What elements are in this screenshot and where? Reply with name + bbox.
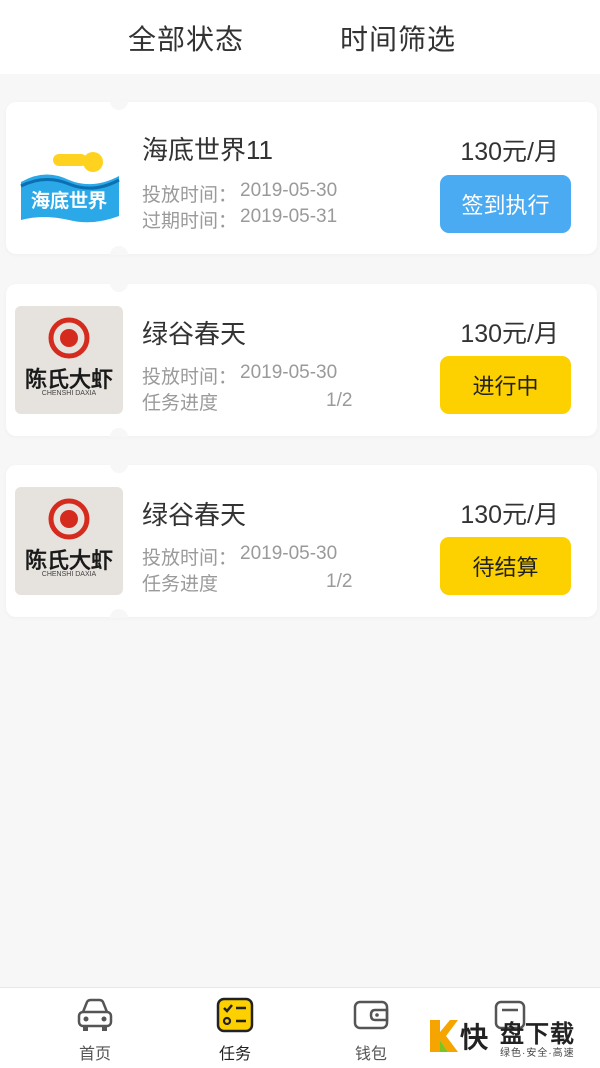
- expire-date: 2019-05-31: [240, 206, 338, 227]
- ocean-world-logo: 海底世界: [15, 124, 123, 232]
- time-filter[interactable]: 时间筛选: [340, 18, 456, 58]
- tab-tasks[interactable]: 任务: [195, 988, 275, 1068]
- task-name: 海底世界11: [142, 135, 273, 165]
- meta-label: 投放时间：: [142, 548, 238, 569]
- task-name: 绿谷春天: [142, 500, 247, 530]
- pending-settlement-button[interactable]: 待结算: [440, 537, 571, 595]
- progress-label: 任务进度: [142, 393, 219, 414]
- progress-value: 1/2: [326, 390, 353, 411]
- publish-date: 2019-05-30: [240, 180, 338, 201]
- tab-home[interactable]: 首页: [55, 988, 135, 1068]
- price: 130元/月: [460, 501, 559, 529]
- tab-label: 任务: [218, 1046, 251, 1063]
- task-card[interactable]: 陈氏大虾 CHENSHI DAXIA 绿谷春天 投放时间： 2019-05-30…: [6, 283, 597, 437]
- watermark: 快 盘下载 绿色·安全·高速: [426, 1014, 596, 1060]
- brand-logo-icon: [430, 1020, 458, 1052]
- wallet-icon: [353, 1000, 389, 1030]
- price: 130元/月: [460, 320, 559, 348]
- watermark-slogan: 绿色·安全·高速: [500, 1048, 575, 1059]
- filter-bar: 全部状态 时间筛选: [0, 0, 600, 74]
- progress-label: 任务进度: [142, 574, 219, 595]
- tab-wallet[interactable]: 钱包: [331, 988, 411, 1068]
- tab-label: 钱包: [354, 1046, 387, 1063]
- car-icon: [77, 998, 113, 1031]
- progress-value: 1/2: [326, 571, 353, 592]
- shrimp-logo: 陈氏大虾 CHENSHI DAXIA: [15, 487, 123, 595]
- publish-date: 2019-05-30: [240, 362, 338, 383]
- meta-label: 投放时间：: [142, 185, 238, 206]
- tab-label: 首页: [78, 1046, 111, 1063]
- task-card[interactable]: 陈氏大虾 CHENSHI DAXIA 绿谷春天 投放时间： 2019-05-30…: [6, 464, 597, 618]
- task-list-icon: [216, 997, 254, 1033]
- meta-label: 投放时间：: [142, 367, 238, 388]
- publish-date: 2019-05-30: [240, 543, 338, 564]
- price: 130元/月: [460, 138, 559, 166]
- task-name: 绿谷春天: [142, 319, 247, 349]
- task-card[interactable]: 海底世界 海底世界11 投放时间： 2019-05-30 过期时间： 2019-…: [6, 101, 597, 255]
- shrimp-logo: 陈氏大虾 CHENSHI DAXIA: [15, 306, 123, 414]
- checkin-button[interactable]: 签到执行: [440, 175, 571, 233]
- in-progress-button[interactable]: 进行中: [440, 356, 571, 414]
- watermark-prefix: 快: [460, 1022, 489, 1053]
- status-filter[interactable]: 全部状态: [128, 18, 244, 58]
- meta-label: 过期时间：: [142, 211, 238, 232]
